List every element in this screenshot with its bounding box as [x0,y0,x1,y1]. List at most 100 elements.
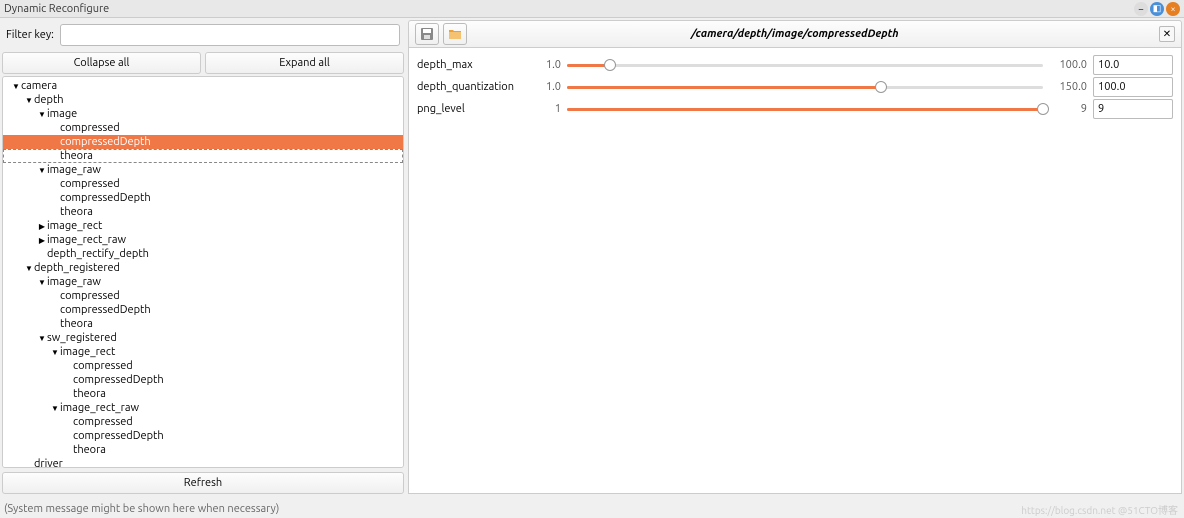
tree-node[interactable]: compressedDepth [3,191,403,205]
status-bar: (System message might be shown here when… [0,500,1184,518]
params-container: depth_max1.0100.0depth_quantization1.015… [408,48,1182,494]
tree-node-label: compressed [73,360,133,372]
chevron-right-icon[interactable]: ▶ [37,222,47,231]
chevron-down-icon[interactable]: ▼ [50,404,60,413]
chevron-down-icon[interactable]: ▼ [37,110,47,119]
chevron-down-icon[interactable]: ▼ [50,348,60,357]
param-slider[interactable] [567,80,1043,94]
chevron-down-icon[interactable]: ▼ [37,278,47,287]
tree-node[interactable]: compressedDepth [3,135,403,149]
tree-node-label: image_rect_raw [47,234,126,246]
filter-label: Filter key: [6,29,54,41]
titlebar-controls: – ◧ × [1134,2,1180,16]
tree-node-label: depth_registered [34,262,120,274]
collapse-all-button[interactable]: Collapse all [2,52,201,74]
chevron-down-icon[interactable]: ▼ [24,96,34,105]
tree-node-label: theora [73,388,106,400]
tree-node[interactable]: compressed [3,415,403,429]
tree-node-label: depth [34,94,64,106]
tree-node-label: compressed [60,178,120,190]
tree-node[interactable]: compressed [3,121,403,135]
tree-node[interactable]: ▶image_rect [3,219,403,233]
chevron-down-icon[interactable]: ▼ [24,264,34,273]
tree-node-label: image_raw [47,164,101,176]
tree-node-label: compressedDepth [73,374,164,386]
tree-node-label: compressedDepth [60,304,151,316]
status-text: (System message might be shown here when… [4,503,279,515]
tree-node[interactable]: ▶image_rect_raw [3,233,403,247]
slider-thumb[interactable] [875,81,887,93]
chevron-down-icon[interactable]: ▼ [11,82,21,91]
tree-node-label: image_rect_raw [60,402,139,414]
param-row: depth_quantization 1.0 150.0 [417,76,1173,98]
tree-node-label: compressedDepth [60,192,151,204]
tree-node[interactable]: compressedDepth [3,303,403,317]
tree-node-label: image_rect [47,220,102,232]
tree-node-label: image_rect [60,346,115,358]
tree-node-label: compressed [73,416,133,428]
tree-node-label: theora [60,318,93,330]
panel-title: /camera/depth/image/compressedDepth [692,28,899,40]
tree-node[interactable]: compressed [3,177,403,191]
panel-close-icon[interactable]: ✕ [1159,26,1175,42]
tree-node[interactable]: compressedDepth [3,373,403,387]
maximize-icon[interactable]: ◧ [1150,2,1164,16]
close-icon[interactable]: × [1166,2,1180,16]
watermark: https://blog.csdn.net @51CTO博客 [1021,502,1178,517]
tree-node[interactable]: ▼image [3,107,403,121]
titlebar: Dynamic Reconfigure – ◧ × [0,0,1184,18]
tree-node[interactable]: ▼image_raw [3,163,403,177]
tree-node[interactable]: ▼image_rect_raw [3,401,403,415]
chevron-right-icon[interactable]: ▶ [37,236,47,245]
param-value-input[interactable] [1093,77,1173,97]
tree-node[interactable]: driver [3,457,403,468]
chevron-down-icon[interactable]: ▼ [37,334,47,343]
tree-node[interactable]: ▼image_rect [3,345,403,359]
tree-node-label: sw_registered [47,332,117,344]
tree-node[interactable]: theora [3,443,403,457]
node-tree[interactable]: ▼camera▼depth▼imagecompressedcompressedD… [2,76,404,468]
param-slider[interactable] [567,58,1043,72]
tree-node[interactable]: compressed [3,359,403,373]
param-min: 1.0 [533,81,561,93]
tree-node[interactable]: theora [3,205,403,219]
right-panel: /camera/depth/image/compressedDepth ✕ de… [408,20,1182,494]
chevron-down-icon[interactable]: ▼ [37,166,47,175]
tree-node-label: driver [34,458,63,468]
param-name: depth_max [417,59,527,71]
tree-node-label: theora [73,444,106,456]
filter-input[interactable] [60,24,400,46]
open-folder-icon[interactable] [443,23,467,45]
expand-all-button[interactable]: Expand all [205,52,404,74]
tree-node-label: compressedDepth [60,136,151,148]
param-slider[interactable] [567,102,1043,116]
tree-node[interactable]: compressedDepth [3,429,403,443]
tree-node-label: compressedDepth [73,430,164,442]
param-value-input[interactable] [1093,55,1173,75]
tree-node[interactable]: ▼camera [3,79,403,93]
param-max: 9 [1049,103,1087,115]
tree-node[interactable]: theora [3,387,403,401]
save-icon[interactable] [415,23,439,45]
tree-node[interactable]: ▼depth [3,93,403,107]
tree-node-label: theora [60,206,93,218]
tree-node[interactable]: ▼depth_registered [3,261,403,275]
slider-thumb[interactable] [604,59,616,71]
param-max: 150.0 [1049,81,1087,93]
slider-thumb[interactable] [1037,103,1049,115]
tree-node[interactable]: theora [3,149,403,163]
param-name: depth_quantization [417,81,527,93]
tree-node-label: compressed [60,290,120,302]
tree-node[interactable]: ▼image_raw [3,275,403,289]
param-min: 1.0 [533,59,561,71]
tree-node[interactable]: theora [3,317,403,331]
tree-node[interactable]: compressed [3,289,403,303]
tree-node[interactable]: depth_rectify_depth [3,247,403,261]
param-value-input[interactable] [1093,99,1173,119]
tree-node[interactable]: ▼sw_registered [3,331,403,345]
collapse-expand-row: Collapse all Expand all [2,52,404,74]
minimize-icon[interactable]: – [1134,2,1148,16]
param-name: png_level [417,103,527,115]
tree-node-label: theora [60,150,93,162]
refresh-button[interactable]: Refresh [2,472,404,494]
